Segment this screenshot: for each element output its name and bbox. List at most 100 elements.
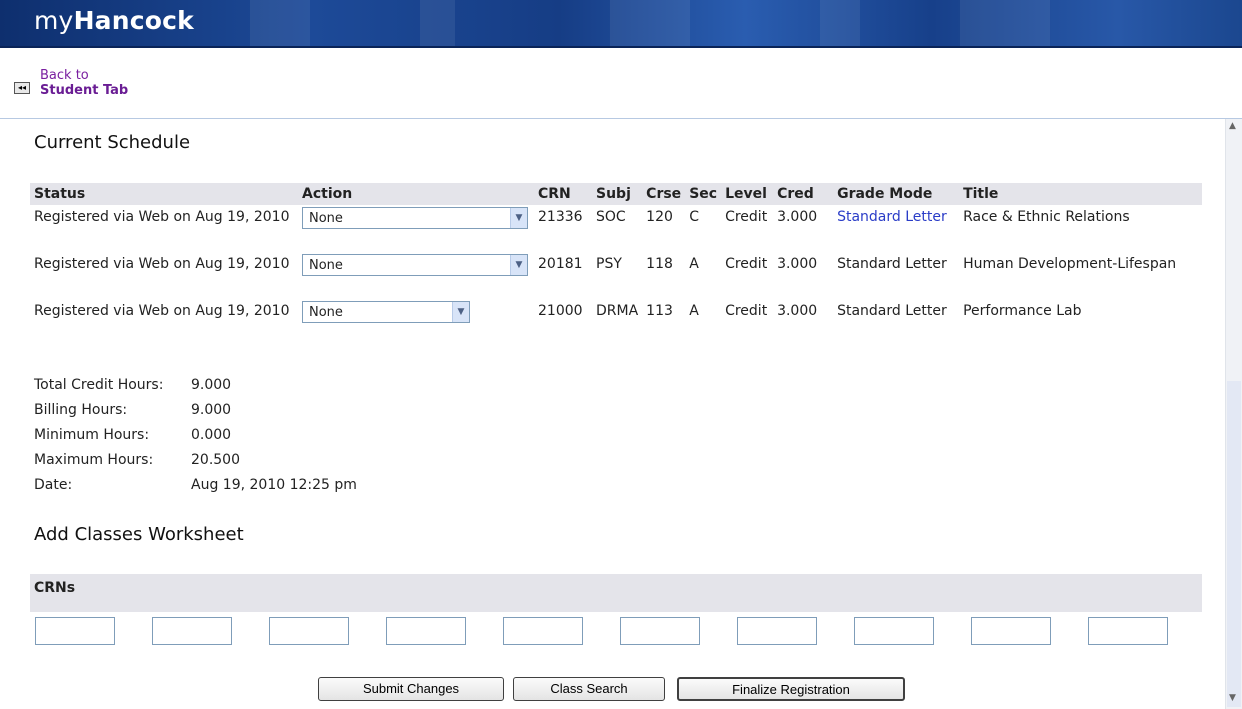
action-select-value: None [309,305,343,320]
totals-row: Maximum Hours: 20.500 [34,448,357,473]
table-row: Registered via Web on Aug 19, 2010 None … [30,205,1202,252]
column-header: Title [959,183,1202,205]
totals-row: Minimum Hours: 0.000 [34,423,357,448]
status-cell: Registered via Web on Aug 19, 2010 [34,209,290,225]
totals-row: Billing Hours: 9.000 [34,398,357,423]
action-select-value: None [309,258,343,273]
action-select[interactable]: None ▼ [302,207,528,229]
totals-label: Date: [34,477,73,493]
totals-value: 9.000 [191,377,232,393]
class-search-button[interactable]: Class Search [513,677,665,701]
brand-prefix: my [34,6,74,35]
finalize-registration-button[interactable]: Finalize Registration [677,677,905,701]
sec-cell: A [689,303,699,319]
chevron-down-icon[interactable]: ▼ [452,302,469,322]
crn-cell: 21336 [538,209,583,225]
brand-logo[interactable]: myHancock [34,6,194,35]
grade-mode-link[interactable]: Standard Letter [833,205,959,252]
column-header: Grade Mode [833,183,960,205]
table-row: Registered via Web on Aug 19, 2010 None … [30,252,1202,299]
level-cell: Credit [725,256,768,272]
totals-value: Aug 19, 2010 12:25 pm [191,477,357,493]
crn-input[interactable] [35,617,115,645]
submit-changes-button[interactable]: Submit Changes [318,677,504,701]
crn-input[interactable] [1088,617,1168,645]
app-header: myHancock [0,0,1242,48]
subj-cell: SOC [596,209,626,225]
table-header-row: Status Action CRN Subj Crse Sec Level Cr… [30,183,1202,205]
action-cell: None ▼ [298,299,534,346]
level-cell: Credit [725,303,768,319]
crn-input[interactable] [269,617,349,645]
vertical-scrollbar[interactable]: ▲ ▼ [1225,119,1242,709]
chevron-down-icon[interactable]: ▼ [510,255,527,275]
column-header: Cred [773,183,834,205]
totals-label: Billing Hours: [34,402,128,418]
title-cell: Race & Ethnic Relations [963,209,1130,225]
totals-label: Maximum Hours: [34,452,154,468]
action-select[interactable]: None ▼ [302,254,528,276]
header-decoration [250,0,310,46]
header-decoration [960,0,1050,46]
header-decoration [420,0,455,46]
crn-input[interactable] [971,617,1051,645]
column-header: Sec [685,183,722,205]
brand-name: Hancock [73,6,194,35]
scroll-down-arrow-icon[interactable]: ▼ [1229,693,1236,703]
totals-value: 9.000 [191,402,232,418]
crn-input[interactable] [620,617,700,645]
totals-label: Minimum Hours: [34,427,150,443]
crn-input[interactable] [503,617,583,645]
back-arrow-icon[interactable]: ◂◂ [14,82,30,94]
crse-cell: 113 [646,303,673,319]
subj-cell: DRMA [596,303,639,319]
sec-cell: A [689,256,699,272]
grade-mode-cell: Standard Letter [837,303,947,319]
current-schedule-heading: Current Schedule [34,132,191,153]
crn-input[interactable] [737,617,817,645]
cred-cell: 3.000 [777,209,818,225]
crn-input[interactable] [152,617,232,645]
title-cell: Performance Lab [963,303,1082,319]
action-select[interactable]: None ▼ [302,301,470,323]
crn-input[interactable] [386,617,466,645]
sec-cell: C [689,209,699,225]
status-cell: Registered via Web on Aug 19, 2010 [34,303,290,319]
totals-label: Total Credit Hours: [34,377,164,393]
status-cell: Registered via Web on Aug 19, 2010 [34,256,290,272]
subj-cell: PSY [596,256,622,272]
crn-input[interactable] [854,617,934,645]
level-cell: Credit [725,209,768,225]
content-divider [0,118,1242,119]
header-decoration [820,0,860,46]
totals-value: 20.500 [191,452,240,468]
totals-row: Total Credit Hours: 9.000 [34,373,357,398]
action-cell: None ▼ [298,252,534,299]
table-row: Registered via Web on Aug 19, 2010 None … [30,299,1202,346]
column-header: Crse [642,183,686,205]
back-link-line2[interactable]: Student Tab [40,83,128,98]
totals-value: 0.000 [191,427,232,443]
add-classes-heading: Add Classes Worksheet [34,524,244,545]
scroll-up-arrow-icon[interactable]: ▲ [1229,121,1236,131]
crns-label: CRNs [34,580,76,596]
current-schedule-table: Status Action CRN Subj Crse Sec Level Cr… [30,183,1202,346]
chevron-down-icon[interactable]: ▼ [510,208,527,228]
column-header: Status [30,183,298,205]
column-header: Action [298,183,534,205]
crn-cell: 20181 [538,256,583,272]
column-header: Level [721,183,774,205]
grade-mode-cell: Standard Letter [837,256,947,272]
action-select-value: None [309,211,343,226]
crns-header: CRNs [30,574,1202,612]
column-header: CRN [534,183,592,205]
crse-cell: 120 [646,209,673,225]
crse-cell: 118 [646,256,673,272]
title-cell: Human Development-Lifespan [963,256,1177,272]
scrollbar-thumb[interactable] [1227,381,1241,707]
back-link-line1[interactable]: Back to [40,68,89,83]
cred-cell: 3.000 [777,256,818,272]
cred-cell: 3.000 [777,303,818,319]
crn-cell: 21000 [538,303,583,319]
header-decoration [610,0,690,46]
